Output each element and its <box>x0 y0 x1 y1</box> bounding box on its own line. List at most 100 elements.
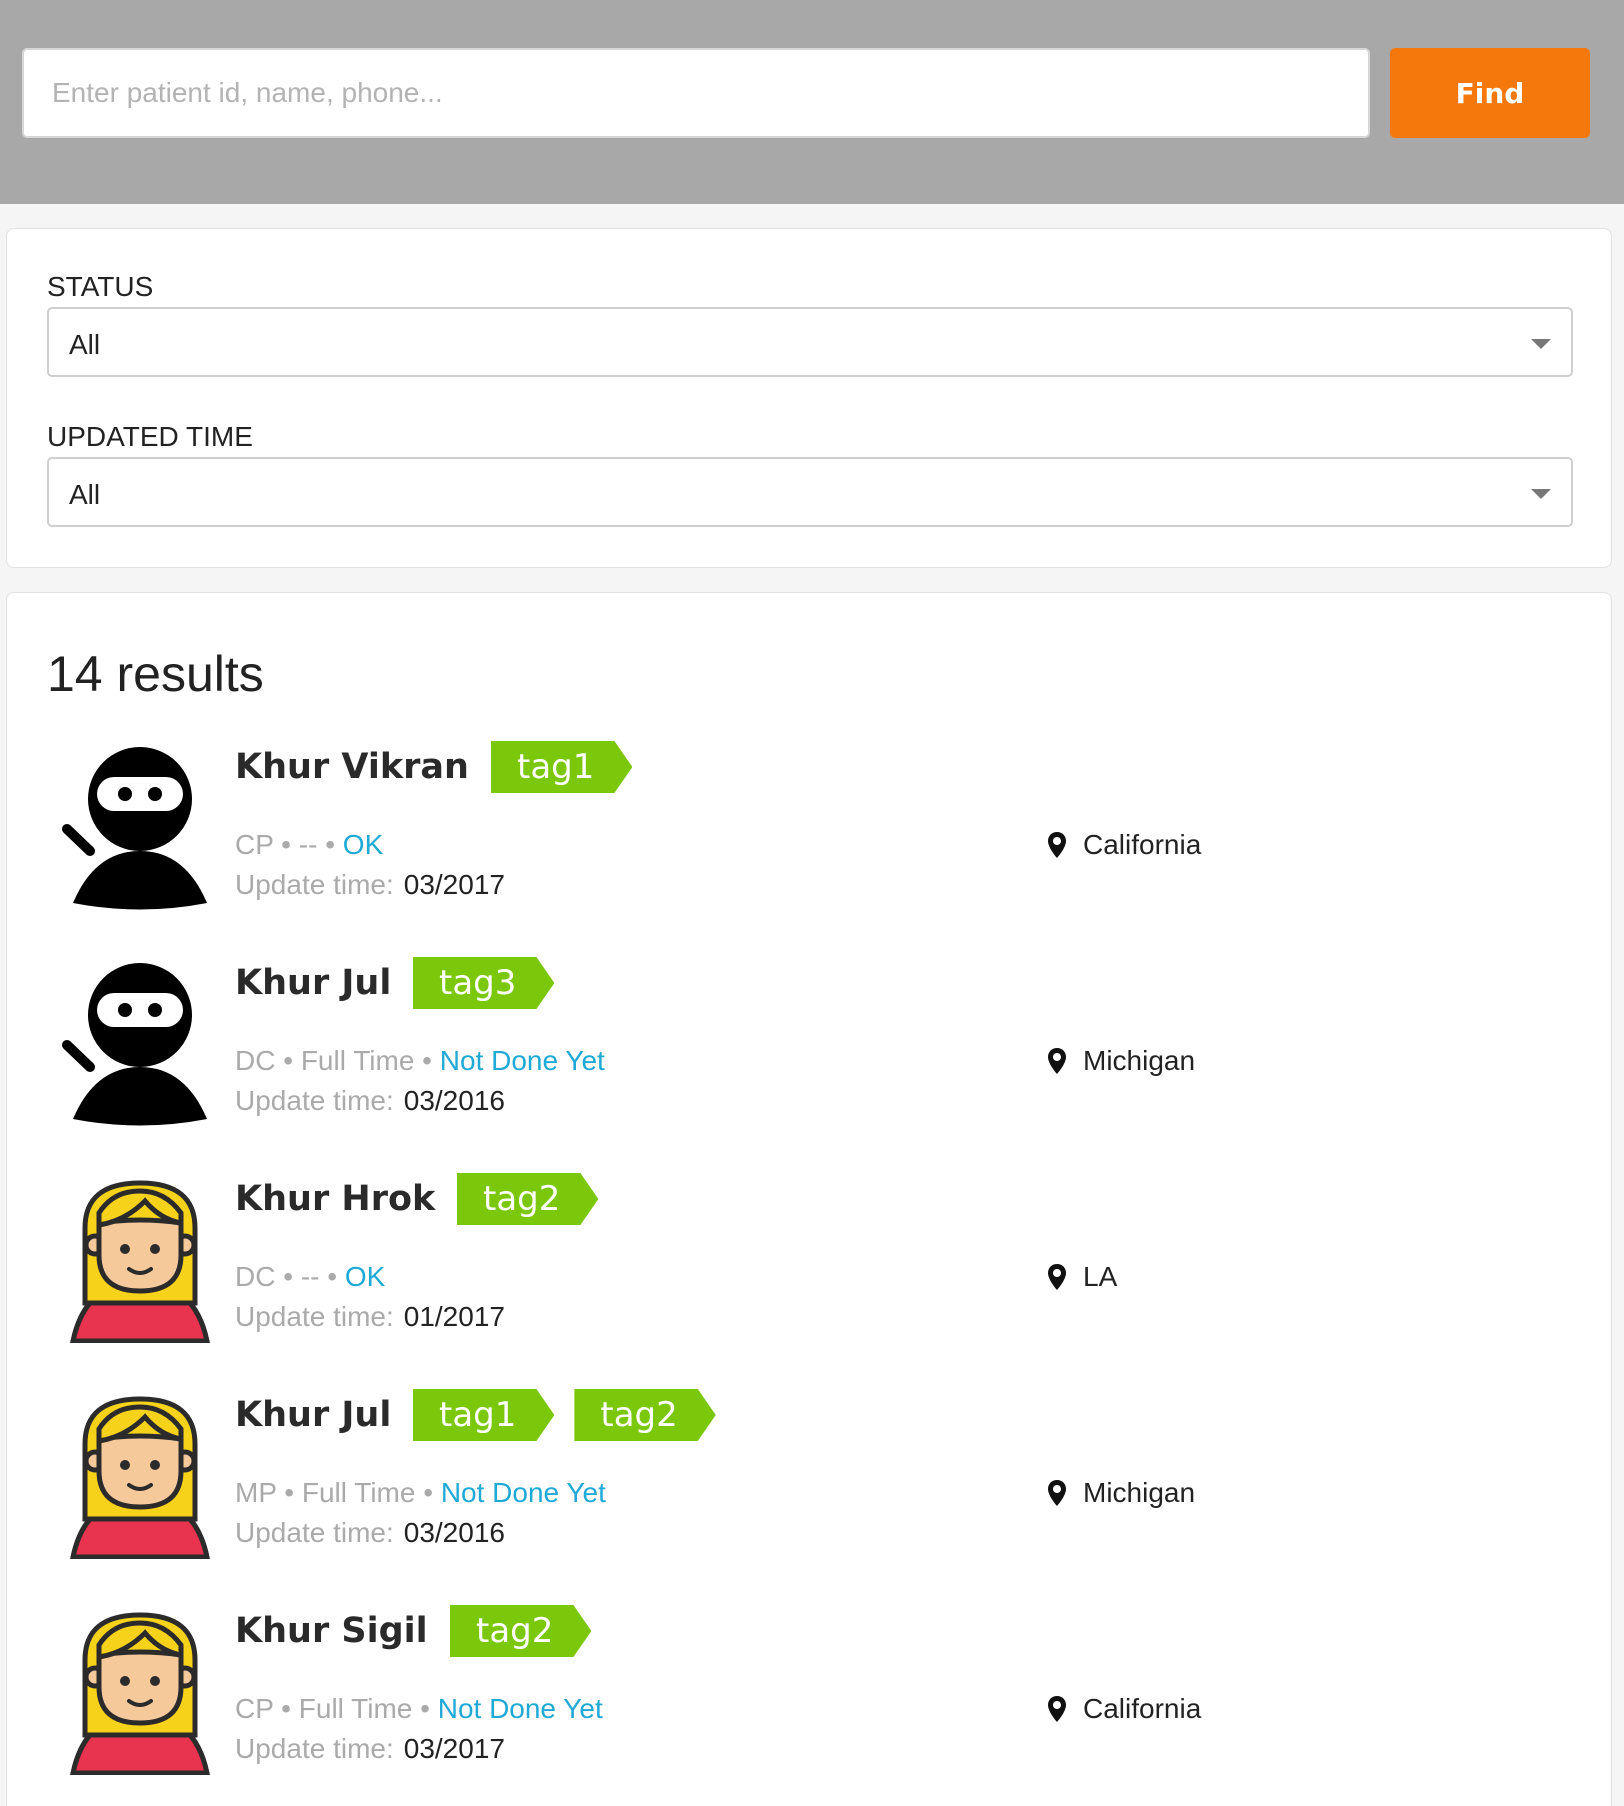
location-text: LA <box>1083 1261 1118 1292</box>
patient-type: CP <box>235 829 274 860</box>
status-filter-label: STATUS <box>47 271 154 302</box>
patient-meta: MP • Full Time • Not Done Yet <box>235 1477 606 1509</box>
map-pin-icon <box>1047 1047 1083 1075</box>
ninja-icon <box>55 741 225 911</box>
patient-location: Michigan <box>1047 1477 1195 1509</box>
tag-list: tag2 <box>450 1605 591 1657</box>
patient-type: MP <box>235 1477 277 1508</box>
patient-row[interactable]: Khur Jul tag3 DC • Full Time • Not Done … <box>7 957 1607 1157</box>
update-time-value: 01/2017 <box>403 1301 505 1332</box>
patient-location: California <box>1047 1693 1201 1725</box>
patient-meta: DC • Full Time • Not Done Yet <box>235 1045 605 1077</box>
patient-type: DC <box>235 1045 276 1076</box>
tag-list: tag1 tag2 <box>413 1389 716 1441</box>
patient-row[interactable]: Khur Hrok tag2 DC • -- • OK Update time:… <box>7 1173 1607 1373</box>
patient-type: CP <box>235 1693 274 1724</box>
location-text: California <box>1083 1693 1202 1724</box>
status-select[interactable]: All <box>47 307 1573 377</box>
patient-meta: CP • -- • OK <box>235 829 383 861</box>
map-pin-icon <box>1047 1479 1083 1507</box>
chevron-down-icon <box>1531 489 1551 499</box>
update-time-label: Update time: <box>235 1301 394 1332</box>
separator: • <box>415 1477 441 1508</box>
separator: • <box>319 1261 345 1292</box>
update-time-value: 03/2016 <box>403 1085 505 1116</box>
find-button[interactable]: Find <box>1390 48 1590 138</box>
updated-time-filter-label: UPDATED TIME <box>47 421 253 452</box>
tag-list: tag2 <box>457 1173 598 1225</box>
update-time-value: 03/2017 <box>403 1733 505 1764</box>
patient-row[interactable]: Khur Sigil tag2 CP • Full Time • Not Don… <box>7 1605 1607 1805</box>
location-text: Michigan <box>1083 1477 1196 1508</box>
filters-panel: STATUS All UPDATED TIME All <box>6 228 1612 568</box>
chevron-down-icon <box>1531 339 1551 349</box>
separator: • <box>276 1477 302 1508</box>
patient-type: DC <box>235 1261 276 1292</box>
updated-time-select-value: All <box>69 479 101 510</box>
patient-meta: CP • Full Time • Not Done Yet <box>235 1693 603 1725</box>
updated-time-select[interactable]: All <box>47 457 1573 527</box>
update-time-value: 03/2017 <box>403 869 505 900</box>
patient-row[interactable]: Khur Jul tag1 tag2 MP • Full Time • Not D… <box>7 1389 1607 1589</box>
map-pin-icon <box>1047 831 1083 859</box>
update-time-value: 03/2016 <box>403 1517 505 1548</box>
results-panel: 14 results Khur Vikran tag1 CP • -- • OK… <box>6 592 1612 1806</box>
update-time: Update time: 03/2017 <box>235 1733 505 1765</box>
location-text: California <box>1083 829 1202 860</box>
patient-location: LA <box>1047 1261 1117 1293</box>
tag-badge[interactable]: tag3 <box>413 957 554 1009</box>
separator: • <box>273 1693 299 1724</box>
separator: • <box>412 1693 438 1724</box>
patient-schedule: -- <box>300 1261 320 1292</box>
patient-name[interactable]: Khur Jul <box>235 1395 391 1435</box>
blonde-person-icon <box>55 1605 225 1775</box>
patient-location: Michigan <box>1047 1045 1195 1077</box>
separator: • <box>317 829 343 860</box>
blonde-person-icon <box>55 1173 225 1343</box>
patient-meta: DC • -- • OK <box>235 1261 385 1293</box>
tag-list: tag3 <box>413 957 554 1009</box>
separator: • <box>273 829 299 860</box>
tag-badge[interactable]: tag2 <box>574 1389 715 1441</box>
location-text: Michigan <box>1083 1045 1196 1076</box>
patient-status: Not Done Yet <box>437 1693 603 1724</box>
patient-status: OK <box>344 1261 386 1292</box>
patient-status: Not Done Yet <box>440 1477 606 1508</box>
ninja-icon <box>55 957 225 1127</box>
tag-badge[interactable]: tag2 <box>450 1605 591 1657</box>
search-bar: Find <box>0 0 1624 204</box>
patient-schedule: -- <box>298 829 318 860</box>
patient-name[interactable]: Khur Hrok <box>235 1179 435 1219</box>
update-time: Update time: 03/2017 <box>235 869 505 901</box>
tag-badge[interactable]: tag1 <box>413 1389 554 1441</box>
patient-name[interactable]: Khur Jul <box>235 963 391 1003</box>
status-select-value: All <box>69 329 101 360</box>
update-time: Update time: 03/2016 <box>235 1517 505 1549</box>
update-time-label: Update time: <box>235 1517 394 1548</box>
patient-schedule: Full Time <box>301 1477 416 1508</box>
patient-status: Not Done Yet <box>439 1045 605 1076</box>
patient-row[interactable]: Khur Vikran tag1 CP • -- • OK Update tim… <box>7 741 1607 941</box>
patient-name[interactable]: Khur Vikran <box>235 747 469 787</box>
search-input[interactable] <box>22 48 1370 138</box>
separator: • <box>275 1261 301 1292</box>
update-time: Update time: 01/2017 <box>235 1301 505 1333</box>
update-time-label: Update time: <box>235 869 394 900</box>
patient-schedule: Full Time <box>298 1693 413 1724</box>
update-time-label: Update time: <box>235 1085 394 1116</box>
results-count: 14 results <box>47 646 264 702</box>
patient-name[interactable]: Khur Sigil <box>235 1611 428 1651</box>
separator: • <box>275 1045 301 1076</box>
tag-badge[interactable]: tag1 <box>491 741 632 793</box>
separator: • <box>414 1045 440 1076</box>
patient-location: California <box>1047 829 1201 861</box>
patient-schedule: Full Time <box>300 1045 415 1076</box>
update-time-label: Update time: <box>235 1733 394 1764</box>
map-pin-icon <box>1047 1695 1083 1723</box>
patient-status: OK <box>342 829 384 860</box>
update-time: Update time: 03/2016 <box>235 1085 505 1117</box>
blonde-person-icon <box>55 1389 225 1559</box>
tag-list: tag1 <box>491 741 632 793</box>
tag-badge[interactable]: tag2 <box>457 1173 598 1225</box>
map-pin-icon <box>1047 1263 1083 1291</box>
